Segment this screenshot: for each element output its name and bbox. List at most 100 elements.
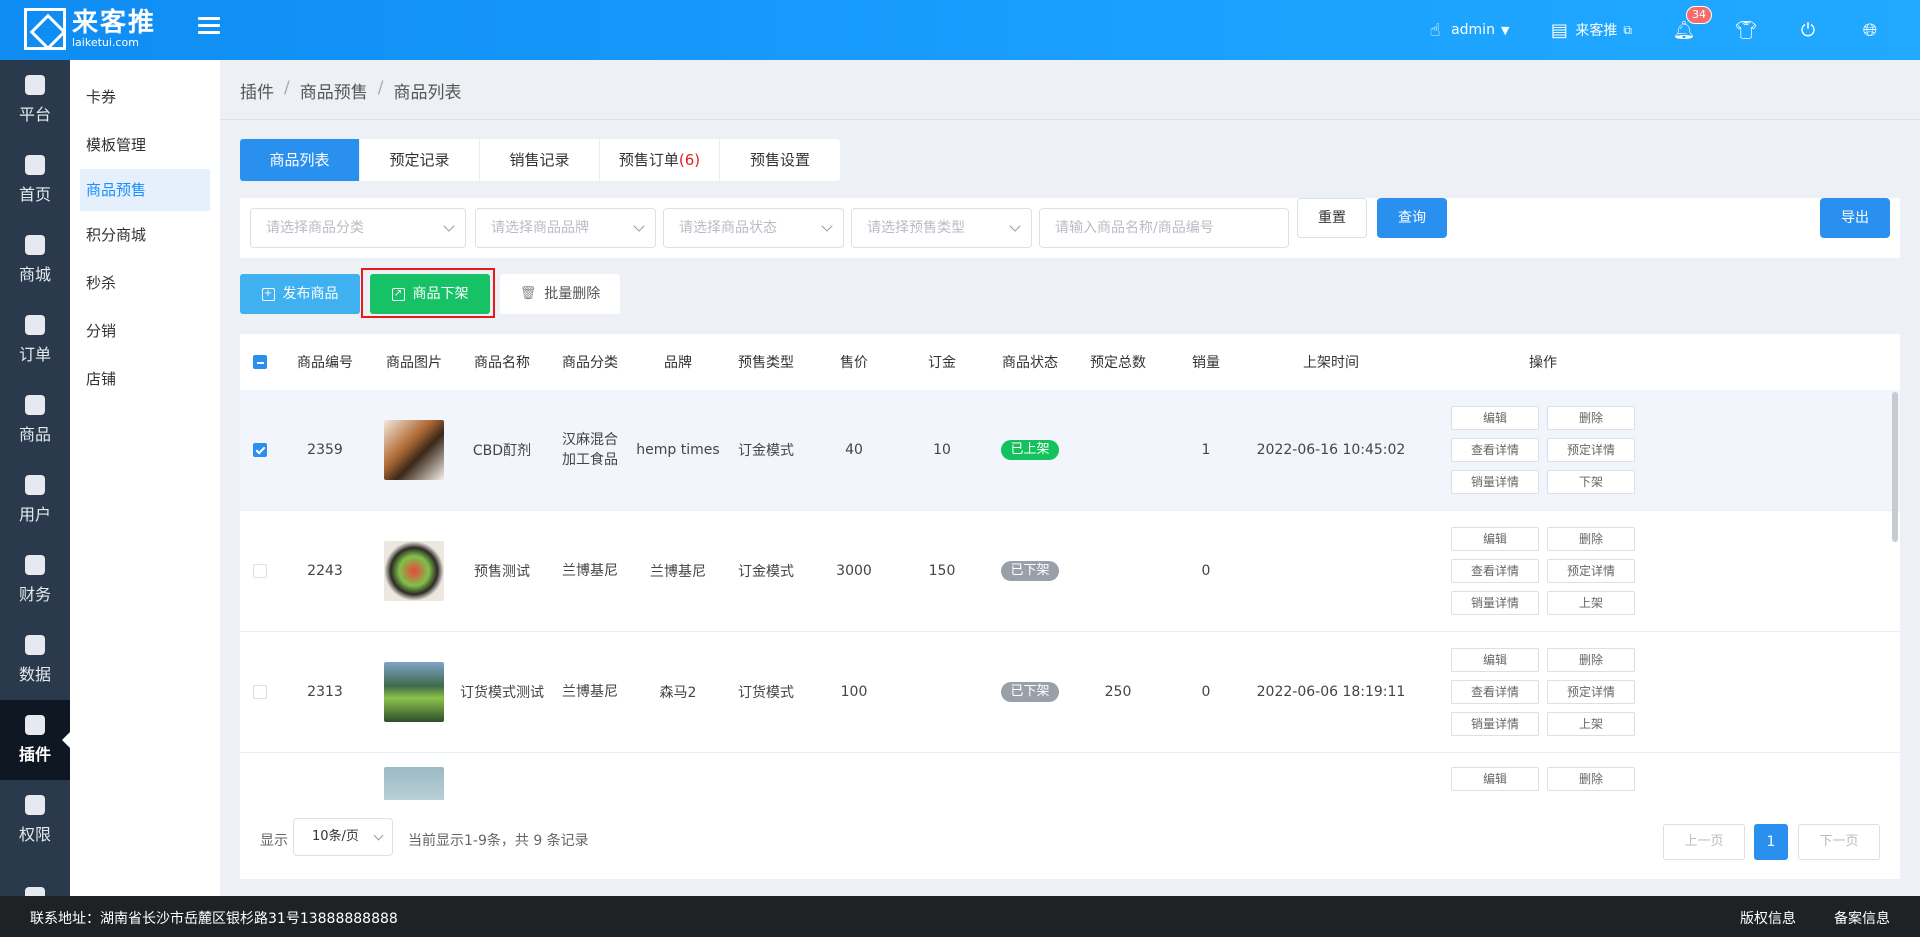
nav-label: 平台 (18, 105, 51, 124)
contact-address: 联系地址：湖南省长沙市岳麓区银杉路31号13888888888 (30, 911, 398, 927)
table-row[interactable]: 2313 订货模式测试 兰博基尼 森马2 订货模式 100 已下架 250 0 2022-06-0… (240, 632, 1900, 753)
theme-button[interactable]: 👕︎ (1735, 20, 1758, 41)
cell-price: 40 (845, 442, 863, 458)
row-action-button[interactable]: 删除 (1547, 767, 1635, 791)
keyword-input[interactable]: 请输入商品名称/商品编号 (1039, 208, 1289, 248)
nav-label: 用户 (18, 505, 51, 524)
row-action-button[interactable]: 预定详情 (1547, 438, 1635, 462)
nav-item-5[interactable]: 用户 (0, 460, 70, 540)
cell-category: 汉麻混合加工食品 (562, 432, 618, 468)
nav-item-1[interactable]: 首页 (0, 140, 70, 220)
row-checkbox[interactable] (253, 685, 267, 699)
submenu-item[interactable]: 商品预售 (80, 169, 210, 211)
cell-deposit: 10 (933, 442, 951, 458)
tab-presale-settings[interactable]: 预售设置 (720, 139, 840, 181)
row-action-button[interactable]: 预定详情 (1547, 559, 1635, 583)
page-size-select[interactable]: 10条/页 (293, 818, 393, 856)
nav-item-0[interactable]: 平台 (0, 60, 70, 140)
tab-label: 预售订单 (618, 151, 679, 169)
tab-presale-orders[interactable]: 预售订单(6) (600, 139, 720, 181)
submenu-item[interactable]: 店铺 (70, 355, 220, 403)
notification-button[interactable]: 🔔︎ 34 (1673, 6, 1712, 41)
logo[interactable]: 来客推 laiketui.com (24, 8, 156, 50)
breadcrumb-item[interactable]: 插件 (240, 78, 274, 103)
column-header: 商品图片 (386, 355, 442, 371)
select-all-checkbox[interactable] (253, 355, 267, 369)
presale-type-select[interactable]: 请选择预售类型 (851, 208, 1032, 248)
nav-item-4[interactable]: 商品 (0, 380, 70, 460)
cell-type: 订货模式 (738, 685, 794, 701)
cell-sales: 0 (1201, 684, 1211, 700)
row-action-button[interactable]: 编辑 (1451, 767, 1539, 791)
row-action-button[interactable]: 查看详情 (1451, 680, 1539, 704)
row-action-button[interactable]: 查看详情 (1451, 438, 1539, 462)
row-action-button[interactable]: 下架 (1547, 470, 1635, 494)
row-action-button[interactable]: 预定详情 (1547, 680, 1635, 704)
cell-id: 2359 (307, 442, 343, 458)
column-header: 预定总数 (1090, 355, 1146, 371)
row-checkbox[interactable] (253, 443, 267, 457)
category-select[interactable]: 请选择商品分类 (250, 208, 466, 248)
trash-icon: 🗑︎ (519, 286, 537, 301)
row-action-button[interactable]: 删除 (1547, 406, 1635, 430)
main-nav: 平台首页 商城 订单 商品用户财务 数据 插件 权限 (0, 60, 70, 896)
row-action-button[interactable]: 编辑 (1451, 648, 1539, 672)
next-page-button[interactable]: 下一页 (1798, 824, 1880, 860)
user-menu[interactable]: ☝ admin ▼ (1425, 20, 1510, 41)
row-action-button[interactable]: 销量详情 (1451, 470, 1539, 494)
nav-item-9[interactable]: 权限 (0, 780, 70, 860)
breadcrumb-item[interactable]: 商品预售 (300, 78, 368, 103)
column-header: 销量 (1192, 355, 1220, 371)
nav-item-6[interactable]: 财务 (0, 540, 70, 620)
tab-sales-records[interactable]: 销售记录 (480, 139, 600, 181)
table-row[interactable]: 2359 CBD酊剂 汉麻混合加工食品 hemp times 订金模式 40 10 已上架 1 2… (240, 390, 1900, 511)
cell-brand: 森马2 (659, 685, 697, 701)
export-button[interactable]: 导出 (1820, 198, 1890, 238)
tab-product-list[interactable]: 商品列表 (240, 139, 360, 181)
row-checkbox[interactable] (253, 564, 267, 578)
row-action-button[interactable]: 查看详情 (1451, 559, 1539, 583)
submenu-item[interactable]: 卡券 (70, 73, 220, 121)
prev-page-button[interactable]: 上一页 (1663, 824, 1745, 860)
reset-button[interactable]: 重置 (1297, 198, 1367, 238)
copyright-link[interactable]: 版权信息 (1740, 908, 1796, 928)
row-action-button[interactable]: 上架 (1547, 591, 1635, 615)
submenu-item[interactable]: 模板管理 (70, 121, 220, 169)
logout-button[interactable]: ⏻ (1798, 20, 1818, 41)
search-button[interactable]: 查询 (1377, 198, 1447, 238)
row-action-button[interactable]: 销量详情 (1451, 591, 1539, 615)
row-action-button[interactable]: 删除 (1547, 527, 1635, 551)
row-action-button[interactable]: 编辑 (1451, 406, 1539, 430)
publish-product-button[interactable]: + 发布商品 (240, 274, 360, 314)
page-number[interactable]: 1 (1754, 824, 1788, 860)
chevron-down-icon (373, 830, 384, 841)
store-link[interactable]: ▤ 来客推 ⧉ (1549, 20, 1632, 41)
nav-item-8[interactable]: 插件 (0, 700, 70, 780)
status-select[interactable]: 请选择商品状态 (663, 208, 844, 248)
submenu-item[interactable]: 积分商城 (70, 211, 220, 259)
nav-item-2[interactable]: 商城 (0, 220, 70, 300)
brand-select[interactable]: 请选择商品品牌 (475, 208, 656, 248)
nav-item-7[interactable]: 数据 (0, 620, 70, 700)
tab-reservation-records[interactable]: 预定记录 (360, 139, 480, 181)
language-button[interactable]: 🌐︎ (1860, 20, 1880, 41)
table-row[interactable]: 2243 预售测试 兰博基尼 兰博基尼 订金模式 3000 150 已下架 0 编辑 删除 查看详情预… (240, 511, 1900, 632)
pagination: 显示 10条/页 当前显示1-9条，共 9 条记录 上一页 1 下一页 (240, 800, 1900, 879)
row-action-button[interactable]: 删除 (1547, 648, 1635, 672)
record-link[interactable]: 备案信息 (1834, 908, 1890, 928)
home-icon (25, 155, 45, 175)
nav-item-10[interactable] (0, 860, 70, 896)
plus-square-icon: + (261, 287, 275, 301)
row-action-button[interactable]: 编辑 (1451, 527, 1539, 551)
submenu-item[interactable]: 分销 (70, 307, 220, 355)
column-header: 商品编号 (297, 355, 353, 371)
column-header: 预售类型 (738, 355, 794, 371)
menu-toggle-icon[interactable] (198, 17, 220, 37)
row-action-button[interactable]: 上架 (1547, 712, 1635, 736)
scrollbar[interactable] (1892, 392, 1898, 542)
batch-delete-button[interactable]: 🗑︎ 批量删除 (500, 274, 620, 314)
submenu-item[interactable]: 秒杀 (70, 259, 220, 307)
nav-item-3[interactable]: 订单 (0, 300, 70, 380)
cell-sales: 1 (1201, 442, 1211, 458)
row-action-button[interactable]: 销量详情 (1451, 712, 1539, 736)
